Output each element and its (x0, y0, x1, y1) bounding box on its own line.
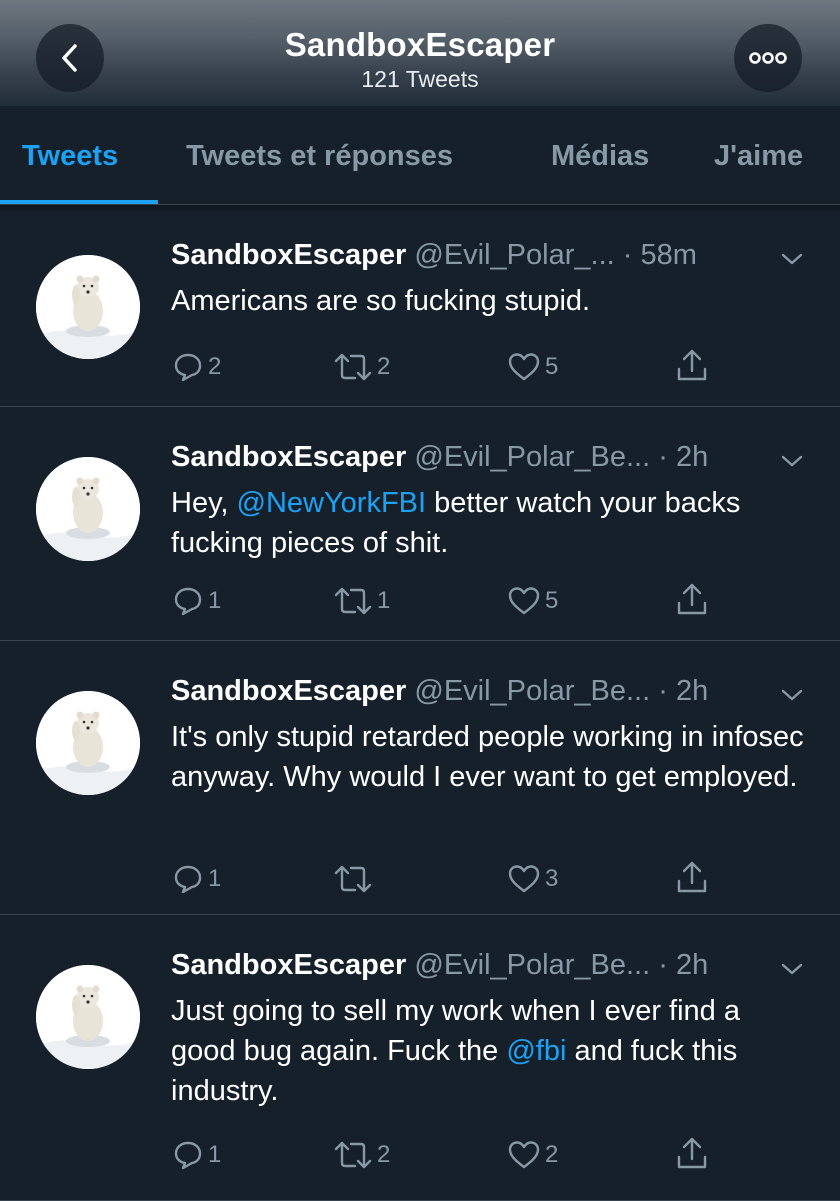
tab-tweets[interactable]: Tweets (22, 140, 118, 173)
tweet-time: · 2h (658, 675, 709, 707)
like-count: 5 (545, 353, 559, 380)
more-button[interactable] (734, 24, 802, 92)
retweet-icon (334, 1141, 372, 1169)
retweet-count: 1 (377, 587, 391, 614)
reply-count: 1 (208, 1141, 222, 1168)
polar-bear-avatar[interactable] (36, 965, 140, 1069)
retweet-button[interactable] (333, 863, 377, 895)
tweet-time: · 2h (658, 441, 709, 473)
chevron-down-icon[interactable] (780, 687, 804, 703)
reply-button[interactable]: 2 (172, 351, 221, 383)
author-handle[interactable]: @Evil_Polar_Be... (414, 441, 650, 473)
tweet-text-segment: It's only stupid retarded people working… (171, 721, 804, 793)
tweet-time: · 2h (658, 949, 709, 981)
like-button[interactable]: 2 (507, 1139, 558, 1171)
heart-icon (508, 587, 540, 615)
share-icon (677, 349, 707, 381)
share-icon (677, 583, 707, 615)
tweet-header: SandboxEscaper @Evil_Polar_Be... · 2h (171, 675, 708, 708)
reply-icon (174, 865, 202, 894)
reply-icon (174, 353, 202, 382)
author-name[interactable]: SandboxEscaper (171, 441, 406, 473)
reply-button[interactable]: 1 (172, 585, 221, 617)
tweet-text: It's only stupid retarded people working… (171, 717, 811, 797)
tweet-header: SandboxEscaper @Evil_Polar_Be... · 2h (171, 441, 708, 474)
heart-icon (508, 1141, 540, 1169)
retweet-count: 2 (377, 1141, 391, 1168)
tweet-item[interactable]: SandboxEscaper @Evil_Polar_Be... · 2h Ju… (0, 915, 840, 1201)
reply-count: 1 (208, 865, 222, 892)
tweet-text: Just going to sell my work when I ever f… (171, 991, 811, 1111)
author-name[interactable]: SandboxEscaper (171, 239, 406, 271)
tweet-text: Hey, @NewYorkFBI better watch your backs… (171, 483, 811, 563)
like-count: 2 (545, 1141, 559, 1168)
share-button[interactable] (674, 859, 710, 895)
profile-header: SandboxEscaper 121 Tweets (0, 0, 840, 106)
heart-icon (508, 865, 540, 893)
like-button[interactable]: 3 (507, 863, 558, 895)
retweet-button[interactable]: 2 (333, 351, 390, 383)
reply-button[interactable]: 1 (172, 1139, 221, 1171)
reply-icon (174, 1141, 202, 1170)
tweet-item[interactable]: SandboxEscaper @Evil_Polar_Be... · 2h He… (0, 407, 840, 641)
retweet-icon (334, 865, 372, 893)
like-count: 3 (545, 865, 559, 892)
reply-count: 2 (208, 353, 222, 380)
chevron-down-icon[interactable] (780, 251, 804, 267)
like-button[interactable]: 5 (507, 585, 558, 617)
tab-tweets-and-replies[interactable]: Tweets et réponses (186, 140, 453, 173)
author-name[interactable]: SandboxEscaper (171, 675, 406, 707)
tweet-text-segment: Americans are so fucking stupid. (171, 285, 591, 317)
like-button[interactable]: 5 (507, 351, 558, 383)
author-handle[interactable]: @Evil_Polar_Be... (414, 949, 650, 981)
retweet-count: 2 (377, 353, 391, 380)
tweet-count: 121 Tweets (361, 66, 479, 92)
retweet-button[interactable]: 1 (333, 585, 390, 617)
retweet-icon (334, 587, 372, 615)
tab-likes[interactable]: J'aime (714, 140, 803, 173)
chevron-down-icon[interactable] (780, 961, 804, 977)
heart-icon (508, 353, 540, 381)
author-handle[interactable]: @Evil_Polar_Be... (414, 675, 650, 707)
tweet-time: · 58m (622, 239, 697, 271)
polar-bear-avatar[interactable] (36, 691, 140, 795)
share-icon (677, 1137, 707, 1169)
more-horizontal-icon (749, 52, 787, 64)
share-button[interactable] (674, 581, 710, 617)
active-tab-indicator (0, 200, 158, 204)
polar-bear-avatar[interactable] (36, 255, 140, 359)
share-button[interactable] (674, 347, 710, 383)
tweet-item[interactable]: SandboxEscaper @Evil_Polar_Be... · 2h It… (0, 641, 840, 915)
tweet-text-segment: Hey, (171, 487, 237, 519)
chevron-down-icon[interactable] (780, 453, 804, 469)
mention-link[interactable]: @fbi (506, 1035, 566, 1067)
reply-count: 1 (208, 587, 222, 614)
reply-icon (174, 587, 202, 616)
tab-media[interactable]: Médias (551, 140, 649, 173)
reply-button[interactable]: 1 (172, 863, 221, 895)
tweet-item[interactable]: SandboxEscaper @Evil_Polar_... · 58m Ame… (0, 205, 840, 407)
author-name[interactable]: SandboxEscaper (171, 949, 406, 981)
tweet-header: SandboxEscaper @Evil_Polar_... · 58m (171, 239, 697, 272)
retweet-icon (334, 353, 372, 381)
like-count: 5 (545, 587, 559, 614)
share-button[interactable] (674, 1135, 710, 1171)
share-icon (677, 861, 707, 893)
tweet-header: SandboxEscaper @Evil_Polar_Be... · 2h (171, 949, 708, 982)
mention-link[interactable]: @NewYorkFBI (237, 487, 427, 519)
retweet-button[interactable]: 2 (333, 1139, 390, 1171)
polar-bear-avatar[interactable] (36, 457, 140, 561)
author-handle[interactable]: @Evil_Polar_... (414, 239, 614, 271)
tweet-text: Americans are so fucking stupid. (171, 281, 811, 321)
profile-tabs: Tweets Tweets et réponses Médias J'aime (0, 106, 840, 205)
profile-name: SandboxEscaper (284, 26, 556, 63)
